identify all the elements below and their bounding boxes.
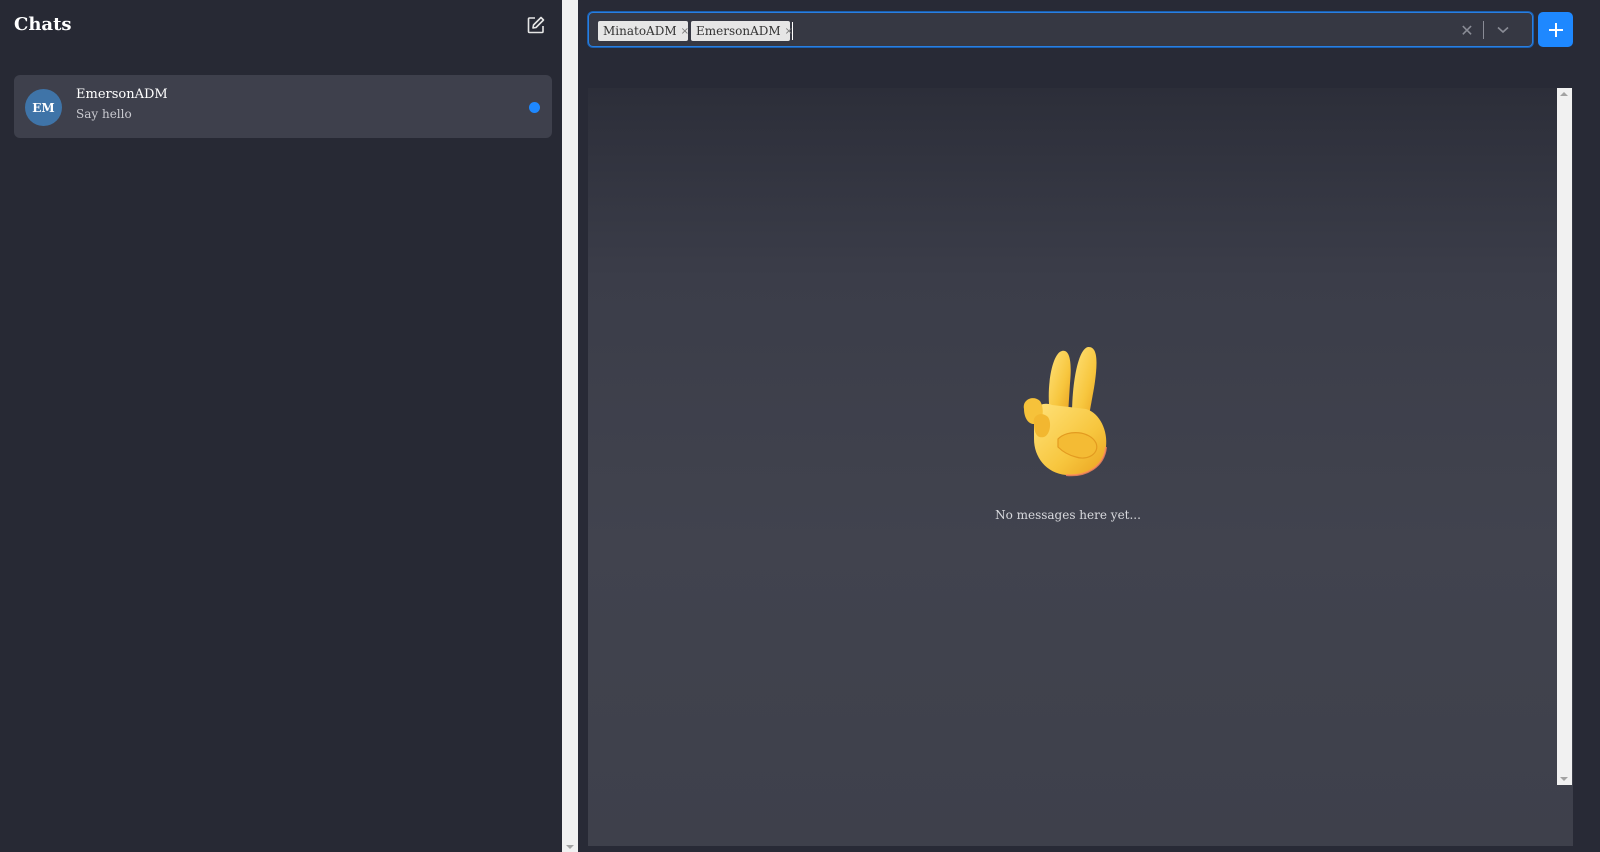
scroll-up-icon[interactable]	[1560, 92, 1568, 96]
conversation-pane: MinatoADM × EmersonADM × ✕ No messages h…	[578, 0, 1600, 852]
message-list: No messages here yet...	[588, 88, 1573, 846]
avatar: EM	[25, 89, 62, 126]
clear-all-button[interactable]: ✕	[1457, 19, 1477, 41]
edit-square-icon	[527, 16, 545, 34]
chevron-down-icon	[1497, 26, 1509, 34]
unread-indicator	[529, 102, 540, 113]
compose-button[interactable]	[526, 15, 546, 35]
chat-name: EmersonADM	[76, 87, 168, 102]
sidebar-scrollbar[interactable]	[562, 0, 578, 852]
chat-list-item[interactable]: EM EmersonADM Say hello	[14, 75, 552, 138]
scroll-down-icon[interactable]	[1560, 777, 1568, 781]
sidebar-title: Chats	[14, 14, 72, 35]
recipient-chip: EmersonADM ×	[691, 21, 793, 41]
recipient-select[interactable]: MinatoADM × EmersonADM × ✕	[588, 12, 1533, 47]
empty-state-text: No messages here yet...	[995, 508, 1141, 522]
recipient-chip-label: MinatoADM	[603, 24, 677, 38]
chat-preview: Say hello	[76, 107, 132, 121]
recipient-chip-label: EmersonADM	[696, 24, 781, 38]
recipient-chip: MinatoADM ×	[598, 21, 689, 41]
separator	[1483, 21, 1484, 39]
plus-icon	[1548, 22, 1563, 37]
scroll-down-icon[interactable]	[566, 845, 574, 849]
text-cursor	[792, 22, 793, 40]
add-recipient-button[interactable]	[1538, 12, 1573, 47]
remove-recipient-button[interactable]: ×	[681, 21, 689, 41]
chat-sidebar: Chats EM EmersonADM Say hello	[0, 0, 562, 852]
dropdown-toggle[interactable]	[1491, 19, 1515, 41]
message-scrollbar[interactable]	[1557, 88, 1572, 785]
victory-hand-icon	[1023, 346, 1107, 477]
